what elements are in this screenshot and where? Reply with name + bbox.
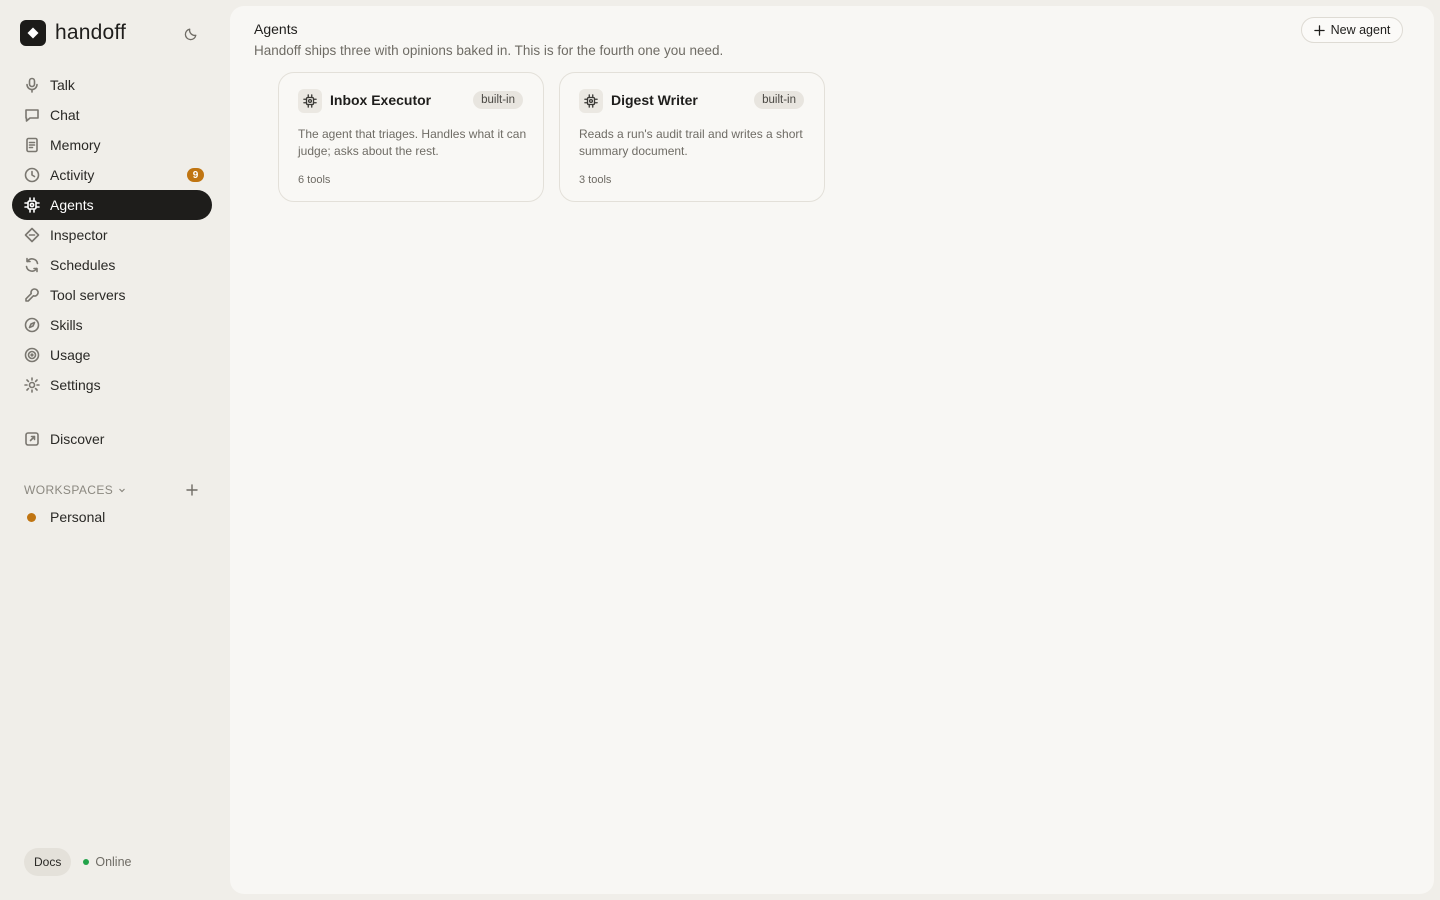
chat-bubble-icon	[24, 107, 40, 123]
sidebar-item-talk[interactable]: Talk	[12, 70, 212, 100]
brand[interactable]: handoff	[20, 20, 126, 46]
agent-name: Digest Writer	[611, 92, 698, 108]
sidebar-item-label: Activity	[50, 167, 95, 183]
page-title: Agents	[254, 21, 298, 37]
status-dot	[83, 859, 90, 865]
agent-tool-count: 6 tools	[298, 174, 331, 186]
agent-tool-count: 3 tools	[579, 174, 612, 186]
sidebar-item-discover[interactable]: Discover	[12, 424, 212, 454]
agent-chip-icon	[298, 89, 322, 113]
workspaces-header[interactable]: WORKSPACES	[24, 482, 204, 498]
compass-icon	[24, 317, 40, 333]
chevron-down-icon	[118, 486, 126, 494]
clock-icon	[24, 167, 40, 183]
agent-card-inbox-executor[interactable]: Inbox Executor built-in The agent that t…	[278, 72, 544, 202]
sidebar-item-label: Memory	[50, 137, 101, 153]
built-in-badge: built-in	[754, 91, 804, 109]
agent-chip-icon	[24, 197, 40, 213]
connection-status: Online	[83, 855, 131, 869]
refresh-icon	[24, 257, 40, 273]
agent-description: The agent that triages. Handles what it …	[298, 127, 527, 158]
main-panel: Agents Handoff ships three with opinions…	[230, 6, 1434, 894]
target-icon	[24, 347, 40, 363]
sidebar-item-label: Settings	[50, 377, 101, 393]
sidebar-item-label: Skills	[50, 317, 83, 333]
sidebar-nav: Talk Chat Memory Activity 9 Agents Inspe…	[12, 70, 212, 400]
sidebar-item-label: Usage	[50, 347, 91, 363]
diamond-icon	[24, 227, 40, 243]
activity-count-badge: 9	[187, 168, 204, 182]
sidebar-item-activity[interactable]: Activity 9	[12, 160, 212, 190]
brand-logo-icon	[20, 20, 46, 46]
agent-name: Inbox Executor	[330, 92, 432, 108]
sidebar-item-skills[interactable]: Skills	[12, 310, 212, 340]
workspace-item-personal[interactable]: Personal	[12, 502, 212, 532]
add-workspace-icon[interactable]	[184, 482, 200, 498]
workspace-color-dot	[27, 512, 36, 522]
sidebar-item-label: Tool servers	[50, 287, 126, 303]
sidebar-item-usage[interactable]: Usage	[12, 340, 212, 370]
agent-chip-icon	[579, 89, 603, 113]
moon-icon[interactable]	[181, 24, 201, 44]
sidebar-item-label: Talk	[50, 77, 75, 93]
agent-description: Reads a run's audit trail and writes a s…	[579, 127, 803, 158]
sidebar-item-schedules[interactable]: Schedules	[12, 250, 212, 280]
new-agent-label: New agent	[1330, 23, 1391, 37]
agent-card-digest-writer[interactable]: Digest Writer built-in Reads a run's aud…	[559, 72, 825, 202]
sidebar-item-settings[interactable]: Settings	[12, 370, 212, 400]
sidebar-item-agents[interactable]: Agents	[12, 190, 212, 220]
sidebar-item-memory[interactable]: Memory	[12, 130, 212, 160]
workspace-label: Personal	[50, 509, 106, 525]
sidebar-footer: Docs Online	[24, 848, 131, 876]
document-icon	[24, 137, 40, 153]
sidebar-item-inspector[interactable]: Inspector	[12, 220, 212, 250]
new-agent-button[interactable]: New agent	[1301, 17, 1403, 43]
sidebar-item-chat[interactable]: Chat	[12, 100, 212, 130]
brand-name: handoff	[55, 21, 127, 44]
built-in-badge: built-in	[473, 91, 523, 109]
sidebar-item-label: Chat	[50, 107, 80, 123]
microphone-icon	[24, 77, 40, 93]
external-link-icon	[24, 431, 40, 447]
docs-button[interactable]: Docs	[24, 848, 72, 876]
sidebar-item-label: Discover	[50, 431, 105, 447]
page-subtitle: Handoff ships three with opinions baked …	[254, 43, 724, 58]
wrench-icon	[24, 287, 40, 303]
sun-gear-icon	[24, 377, 40, 393]
sidebar-item-label: Schedules	[50, 257, 116, 273]
plus-icon	[1313, 24, 1325, 36]
sidebar-item-label: Inspector	[50, 227, 108, 243]
sidebar-item-label: Agents	[50, 197, 94, 213]
sidebar-discover: Discover	[12, 424, 212, 454]
sidebar-item-tool-servers[interactable]: Tool servers	[12, 280, 212, 310]
workspaces-header-label: WORKSPACES	[24, 483, 114, 497]
status-label: Online	[95, 855, 132, 869]
sidebar: handoff Talk Chat Memory Activity 9 Agen…	[0, 0, 224, 900]
